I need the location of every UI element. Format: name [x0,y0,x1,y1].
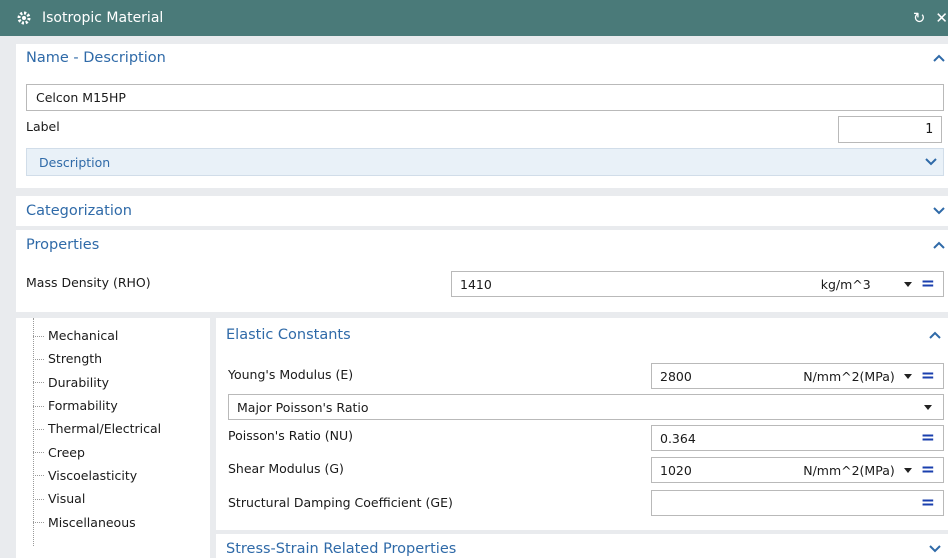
reset-icon[interactable]: ↻ [913,9,926,27]
tree-item-mechanical[interactable]: Mechanical [16,324,210,347]
unit-dropdown-icon[interactable] [903,373,913,379]
tree-item-viscoelasticity[interactable]: Viscoelasticity [16,464,210,487]
elastic-constants-header[interactable]: Elastic Constants [216,318,948,352]
equals-icon[interactable]: = [921,275,935,293]
description-expander[interactable]: Description [26,148,944,176]
unit-dropdown-icon[interactable] [903,467,913,473]
mass-density-value[interactable]: 1410 [452,277,821,292]
title-bar: Isotropic Material ↻ ✕ [0,0,948,36]
mass-density-field[interactable]: 1410 kg/m^3 = [451,271,944,297]
description-label: Description [39,154,111,170]
tree-item-formability[interactable]: Formability [16,394,210,417]
label-input[interactable]: 1 [838,116,942,143]
chevron-up-icon[interactable] [928,328,942,342]
youngs-modulus-unit[interactable]: N/mm^2(MPa) [803,369,895,384]
stress-strain-header[interactable]: Stress-Strain Related Properties [216,534,948,558]
stress-strain-title: Stress-Strain Related Properties [226,541,457,557]
label-field-label: Label [26,119,60,134]
elastic-constants-title: Elastic Constants [226,327,351,343]
youngs-modulus-field[interactable]: 2800 N/mm^2(MPa) = [651,363,944,389]
equals-icon[interactable]: = [921,367,935,385]
tree-item-visual[interactable]: Visual [16,487,210,510]
unit-dropdown-icon[interactable] [903,281,913,287]
poisson-ratio-value[interactable]: 0.364 [652,431,913,446]
tree-item-thermal-electrical[interactable]: Thermal/Electrical [16,417,210,440]
tree-item-strength[interactable]: Strength [16,347,210,370]
chevron-down-icon[interactable] [923,404,933,410]
categorization-header[interactable]: Categorization [16,196,948,226]
mass-density-unit[interactable]: kg/m^3 [821,277,871,292]
poisson-type-value[interactable]: Major Poisson's Ratio [229,400,915,415]
tree-item-miscellaneous[interactable]: Miscellaneous [16,510,210,533]
shear-modulus-unit[interactable]: N/mm^2(MPa) [803,463,895,478]
poisson-type-select[interactable]: Major Poisson's Ratio [228,394,944,420]
properties-header[interactable]: Properties [16,230,948,260]
close-icon[interactable]: ✕ [935,9,948,27]
mass-density-label: Mass Density (RHO) [26,275,151,290]
categorization-title: Categorization [26,203,132,219]
equals-icon[interactable]: = [921,461,935,479]
youngs-modulus-value[interactable]: 2800 [652,369,803,384]
properties-title: Properties [26,237,100,253]
shear-modulus-value[interactable]: 1020 [652,463,803,478]
damping-coefficient-field[interactable]: = [651,490,944,516]
chevron-down-icon[interactable] [932,204,946,218]
material-name-input[interactable]: Celcon M15HP [26,84,944,111]
equals-icon[interactable]: = [921,429,935,447]
poisson-ratio-field[interactable]: 0.364 = [651,425,944,451]
tree-item-creep[interactable]: Creep [16,440,210,463]
chevron-down-icon[interactable] [928,542,942,556]
shear-modulus-label: Shear Modulus (G) [228,461,344,476]
tree-item-durability[interactable]: Durability [16,371,210,394]
gear-icon [14,8,34,28]
damping-coefficient-label: Structural Damping Coefficient (GE) [228,495,453,510]
chevron-up-icon[interactable] [932,238,946,252]
window-title: Isotropic Material [42,10,164,26]
shear-modulus-field[interactable]: 1020 N/mm^2(MPa) = [651,457,944,483]
youngs-modulus-label: Young's Modulus (E) [228,367,354,382]
property-category-tree: Mechanical Strength Durability Formabili… [16,318,210,558]
chevron-up-icon[interactable] [932,51,946,65]
categorization-panel: Categorization [16,196,948,226]
name-description-header[interactable]: Name - Description [16,44,948,72]
name-description-title: Name - Description [26,50,166,66]
poisson-ratio-label: Poisson's Ratio (NU) [228,428,354,443]
stress-strain-panel: Stress-Strain Related Properties [216,534,948,558]
chevron-down-icon[interactable] [925,158,937,166]
equals-icon[interactable]: = [921,494,935,512]
